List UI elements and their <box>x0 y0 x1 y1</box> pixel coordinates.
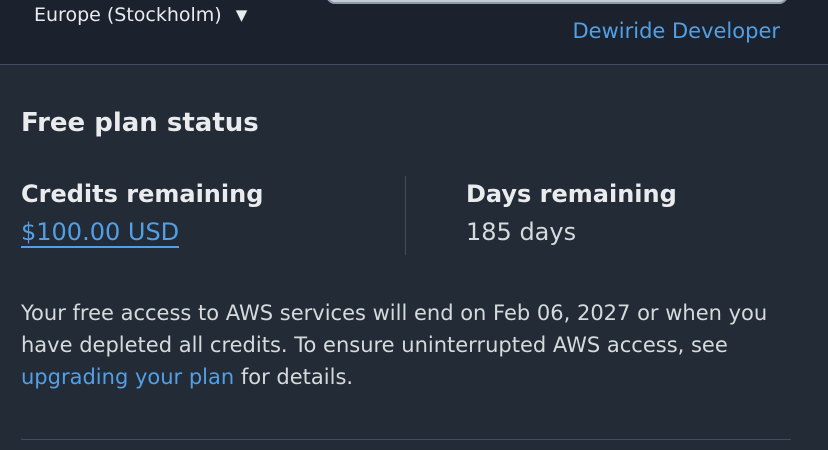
credits-remaining-value-link[interactable]: $100.00 USD <box>21 218 180 248</box>
caret-down-icon: ▼ <box>235 6 248 24</box>
region-label: Europe (Stockholm) <box>34 4 222 26</box>
days-remaining-metric: Days remaining 185 days <box>466 180 677 246</box>
free-access-description: Your free access to AWS services will en… <box>21 297 791 393</box>
days-remaining-label: Days remaining <box>466 180 677 208</box>
upgrading-plan-link[interactable]: upgrading your plan <box>21 365 234 389</box>
description-text-end: for details. <box>234 365 354 389</box>
section-divider <box>21 439 791 440</box>
account-name-link[interactable]: Dewiride Developer <box>573 19 781 43</box>
panel-title: Free plan status <box>21 108 259 138</box>
credits-remaining-label: Credits remaining <box>21 180 264 208</box>
description-text-start: Your free access to AWS services will en… <box>21 301 768 357</box>
credits-remaining-metric: Credits remaining $100.00 USD <box>21 180 263 248</box>
free-plan-status-panel: Free plan status Credits remaining $100.… <box>0 65 828 450</box>
top-navigation-bar: Europe (Stockholm) ▼ Dewiride Developer <box>0 0 828 65</box>
search-bar[interactable] <box>326 0 788 4</box>
region-selector[interactable]: Europe (Stockholm) ▼ <box>34 4 247 26</box>
days-remaining-value: 185 days <box>466 218 577 246</box>
metric-divider <box>405 176 406 255</box>
